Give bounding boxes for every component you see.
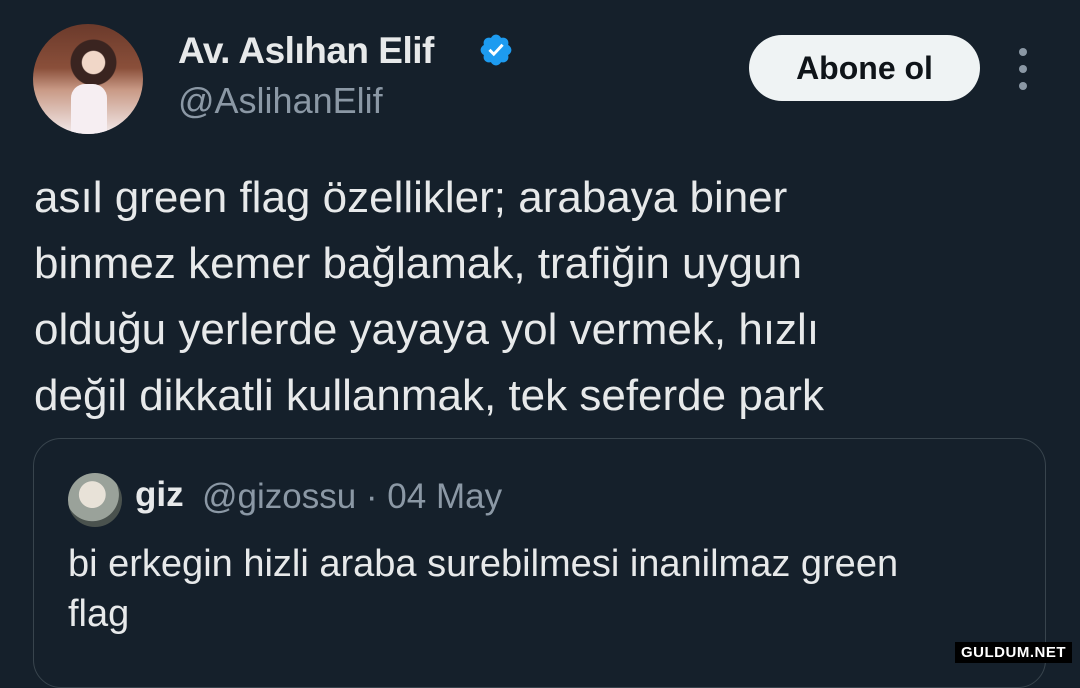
tweet-text: asıl green flag özellikler; arabaya bine…: [34, 165, 1044, 429]
author-handle[interactable]: @AslihanElif: [178, 80, 383, 122]
tweet-line: olduğu yerlerde yayaya yol vermek, hızlı: [34, 305, 820, 354]
quoted-author-name: giz: [135, 475, 184, 514]
verified-badge-icon[interactable]: [478, 32, 514, 68]
quoted-tweet-card[interactable]: giz @gizossu · 04 May bi erkegin hizli a…: [33, 438, 1046, 688]
quoted-author-meta: @gizossu · 04 May: [202, 477, 503, 516]
dot: [1019, 65, 1027, 73]
quoted-tweet-text: bi erkegin hizli araba surebilmesi inani…: [68, 539, 1018, 639]
author-avatar[interactable]: [33, 24, 143, 134]
dot: [1019, 48, 1027, 56]
quoted-tweet-line: bi erkegin hizli araba surebilmesi inani…: [68, 543, 899, 585]
quoted-author-avatar[interactable]: [68, 473, 122, 527]
watermark: GULDUM.NET: [955, 642, 1072, 663]
dot: [1019, 82, 1027, 90]
tweet-line: binmez kemer bağlamak, trafiğin uygun: [34, 239, 802, 288]
author-name[interactable]: Av. Aslıhan Elif: [178, 30, 434, 72]
avatar-figure: [71, 84, 107, 134]
follow-button[interactable]: Abone ol: [749, 35, 980, 101]
quoted-tweet-line: flag: [68, 593, 130, 635]
more-options-icon[interactable]: [1008, 48, 1038, 90]
tweet-line: asıl green flag özellikler; arabaya bine…: [34, 173, 788, 222]
tweet-line: değil dikkatli kullanmak, tek seferde pa…: [34, 371, 824, 420]
